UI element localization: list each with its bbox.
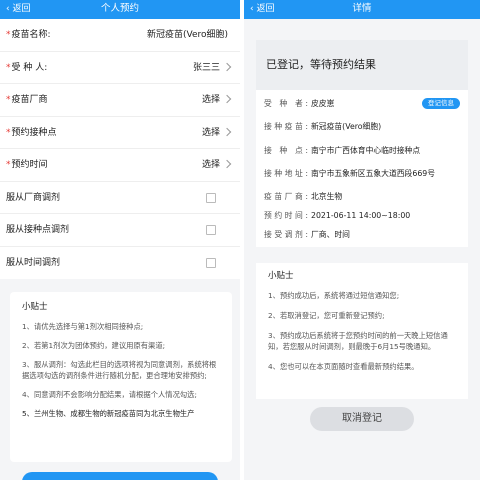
detail-value: 厂商、时间 [311,230,350,239]
nav-bar: ‹ 返回 详情 [244,0,480,19]
detail-label: 接受调剂: [264,230,308,239]
detail-value: 2021-06-11 14:00~18:00 [311,211,411,220]
detail-row-manufacturer: 疫苗厂商: 北京生物 [264,191,468,203]
required-marker: * [6,30,11,40]
tip-item: 2、若取消登记，您可重新登记预约; [268,311,385,320]
manufacturer-select: 选择 [201,95,220,105]
chevron-right-icon [222,127,232,136]
detail-label: 接 种 点: [264,146,308,155]
tip-item: 3、预约成功后系统将于您预约时间的前一天晚上短信通知，若您服从时间调剂，则最晚于… [268,331,448,351]
vaccine-name-label: 疫苗名称: [11,30,51,40]
tip-item: 2、若第1剂次为团体预约，建议用原有渠道; [22,341,166,350]
detail-screen: ‹ 返回 详情 已登记，等待预约结果 登记信息 受 种 者: 皮皮崽 接种疫苗: 新… [244,0,480,480]
tip-item: 1、请优先选择与第1剂次相同接种点; [22,322,144,331]
tip-item: 1、预约成功后，系统将通过短信通知您; [268,291,400,300]
detail-value: 新冠疫苗(Vero细胞) [311,122,382,131]
tip-item: 4、您也可以在本页面随时查看最新预约结果。 [268,362,419,371]
detail-label: 接种疫苗: [264,122,308,131]
adjust-site-checkbox[interactable] [206,225,216,235]
tip-item: 4、同意调剂不会影响分配结果，请根据个人情况勾选; [22,390,197,399]
tips-card: 小贴士 1、请优先选择与第1剂次相同接种点; 2、若第1剂次为团体预约，建议用原… [10,292,232,462]
manufacturer-row[interactable]: *疫苗厂商 选择 [0,84,240,117]
detail-label: 疫苗厂商: [264,192,308,201]
detail-label: 接种地址: [264,169,308,178]
tips-title: 小贴士 [268,271,294,281]
required-marker: * [6,160,11,170]
adjust-time-row: 服从时间调剂 [0,247,240,280]
adjust-site-row: 服从接种点调剂 [0,214,240,247]
appointment-form: *疫苗名称: 新冠疫苗(Vero细胞) *受 种 人: 张三三 *疫苗厂商 选择… [0,19,240,279]
detail-row-time: 预约时间: 2021-06-11 14:00~18:00 [264,210,468,222]
recipient-row[interactable]: *受 种 人: 张三三 [0,52,240,84]
chevron-right-icon [222,94,232,104]
detail-row-vaccine: 接种疫苗: 新冠疫苗(Vero细胞) [264,121,468,133]
adjust-site-label: 服从接种点调剂 [6,225,70,235]
chevron-right-icon [222,159,232,169]
page-title: 个人预约 [100,3,139,14]
detail-value: 南宁市五象新区五象大道西段669号 [311,169,436,178]
status-banner: 已登记，等待预约结果 [256,40,468,90]
vaccine-name-row: *疫苗名称: 新冠疫苗(Vero细胞) [0,19,240,52]
site-row[interactable]: *预约接种点 选择 [0,117,240,149]
detail-row-address: 接种地址: 南宁市五象新区五象大道西段669号 [264,168,468,180]
adjust-manufacturer-checkbox[interactable] [206,192,216,203]
nav-bar: ‹ 返回 个人预约 [0,0,240,19]
detail-label: 受 种 者: [264,99,308,108]
required-marker: * [6,127,11,138]
time-select: 选择 [201,160,220,170]
recipient-value: 张三三 [192,62,220,73]
detail-row-site: 接 种 点: 南宁市广西体育中心临时接种点 [264,145,468,157]
detail-label: 预约时间: [264,211,308,220]
time-label: 预约时间 [11,160,48,170]
adjust-manufacturer-row: 服从厂商调剂 [0,182,240,214]
required-marker: * [6,95,11,105]
adjust-time-label: 服从时间调剂 [6,257,61,268]
chevron-right-icon [222,62,232,71]
adjust-manufacturer-label: 服从厂商调剂 [6,192,61,203]
page-title: 详情 [352,3,372,14]
manufacturer-label: 疫苗厂商 [11,95,48,105]
tips-card: 小贴士 1、预约成功后，系统将通过短信通知您; 2、若取消登记，您可重新登记预约… [256,263,468,399]
detail-row-recipient: 受 种 者: 皮皮崽 [264,98,468,110]
cancel-registration-button[interactable]: 取消登记 [310,407,414,431]
detail-value: 北京生物 [311,192,343,201]
detail-value: 皮皮崽 [311,99,335,108]
recipient-label: 受 种 人: [11,62,48,73]
tip-item: 3、服从调剂：勾选此栏目的选项将视为同意调剂，系统将根据选项勾选的调剂条件进行随… [22,360,217,380]
registration-detail-card: 登记信息 受 种 者: 皮皮崽 接种疫苗: 新冠疫苗(Vero细胞) 接 种 点: 南… [256,90,468,247]
submit-button[interactable] [22,472,218,480]
site-select: 选择 [201,127,220,138]
time-row[interactable]: *预约时间 选择 [0,149,240,182]
tip-item: 5、兰州生物、成都生物的新冠疫苗同为北京生物生产 [22,409,195,418]
detail-row-adjust: 接受调剂: 厂商、时间 [264,229,468,241]
tips-title: 小贴士 [22,302,48,312]
vaccine-name-value: 新冠疫苗(Vero细胞) [146,30,228,40]
detail-value: 南宁市广西体育中心临时接种点 [311,146,421,155]
adjust-time-checkbox[interactable] [206,257,216,268]
required-marker: * [6,62,11,73]
appointment-form-screen: ‹ 返回 个人预约 *疫苗名称: 新冠疫苗(Vero细胞) *受 种 人: 张三… [0,0,240,480]
site-label: 预约接种点 [11,127,57,138]
